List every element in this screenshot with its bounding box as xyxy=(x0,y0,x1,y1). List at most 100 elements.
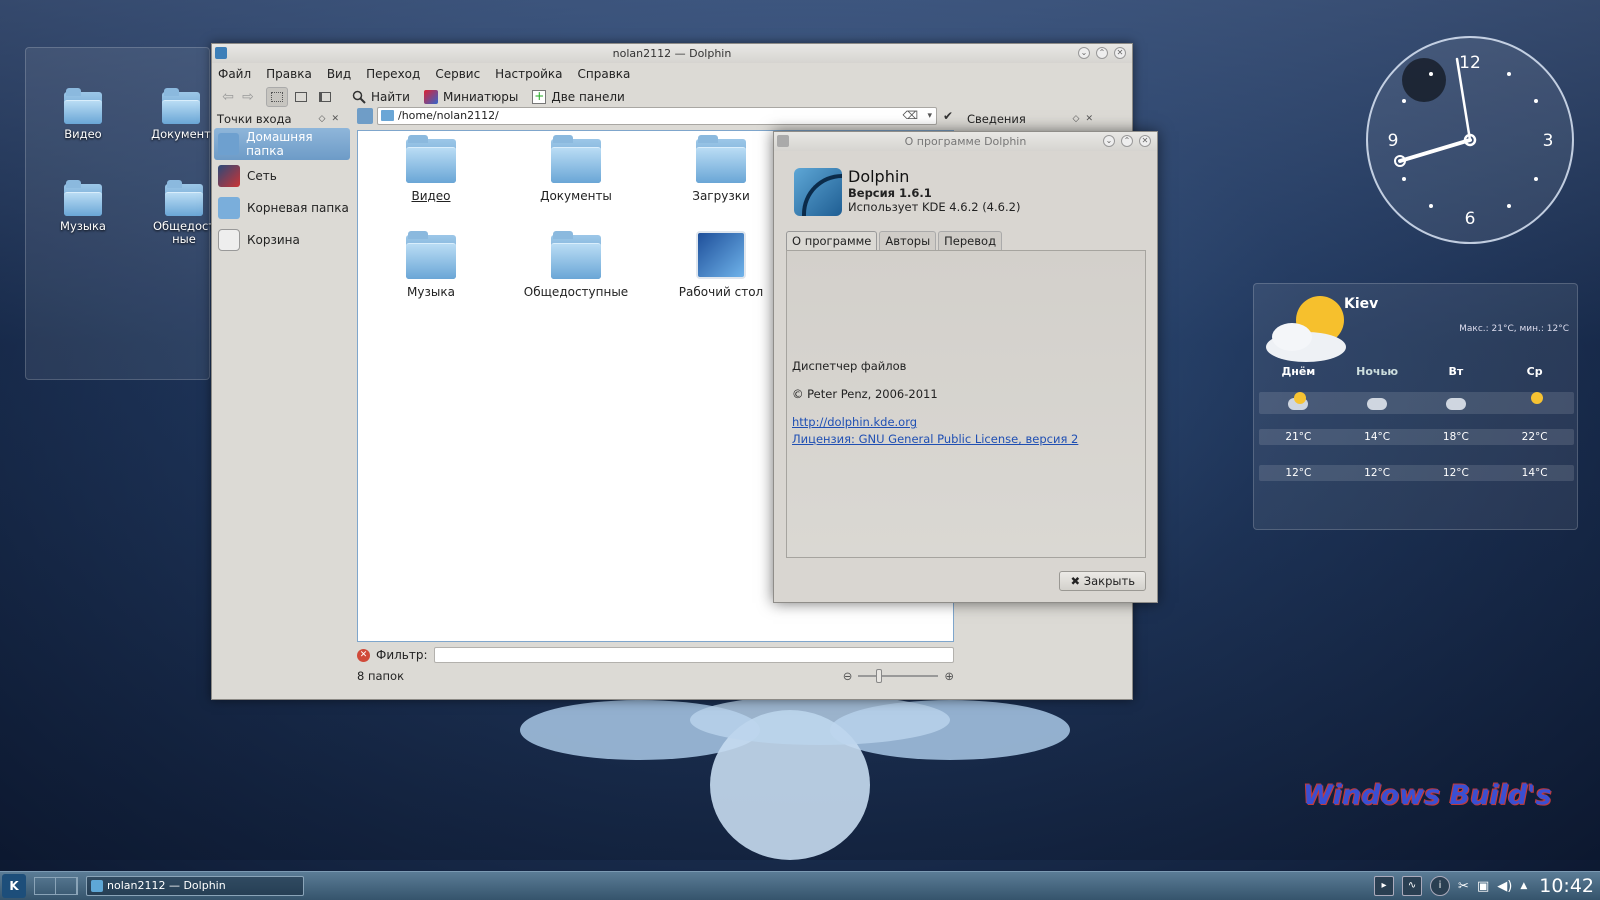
analog-clock-widget[interactable]: 12 3 6 9 xyxy=(1364,34,1576,246)
desktop-icon-label: Видео xyxy=(64,127,102,141)
homepage-link[interactable]: http://dolphin.kde.org xyxy=(792,415,917,429)
menu-tools[interactable]: Сервис xyxy=(435,67,480,81)
split-button[interactable]: + Две панели xyxy=(532,90,625,104)
weather-high-temp: 14°C xyxy=(1364,431,1391,443)
desktop-icon-label: Музыка xyxy=(60,219,106,233)
filter-input[interactable] xyxy=(433,647,954,663)
place-item-trash[interactable]: Корзина xyxy=(214,224,350,256)
tray-expand-icon[interactable]: ▲ xyxy=(1520,881,1527,891)
maximize-button[interactable]: ⌃ xyxy=(1096,47,1108,59)
wallpaper-flower xyxy=(520,695,1070,860)
desktop-icon-music[interactable]: Музыка xyxy=(43,180,123,233)
about-tabs: О программе Авторы Перевод xyxy=(786,231,1003,250)
split-label: Две панели xyxy=(551,90,625,104)
dolphin-app-icon[interactable] xyxy=(215,47,227,59)
menu-edit[interactable]: Правка xyxy=(266,67,312,81)
places-panel-header: Точки входа ◇✕ xyxy=(214,110,350,128)
weather-day-label: Ночью xyxy=(1356,365,1399,378)
menu-go[interactable]: Переход xyxy=(366,67,420,81)
menu-view[interactable]: Вид xyxy=(327,67,351,81)
desktop-pager[interactable] xyxy=(34,877,78,895)
clock-moon-icon xyxy=(1402,58,1446,102)
weather-high-temp: 21°C xyxy=(1285,431,1312,443)
app-version: Версия 1.6.1 xyxy=(848,186,932,200)
kde-menu-icon[interactable]: K xyxy=(2,874,26,898)
clear-location-icon[interactable]: ⌫ xyxy=(902,108,918,124)
menu-help[interactable]: Справка xyxy=(578,67,631,81)
dolphin-logo-icon xyxy=(794,168,842,216)
forward-arrow-icon[interactable]: ⇨ xyxy=(238,89,258,105)
confirm-icon[interactable]: ✔ xyxy=(943,109,957,123)
zoom-out-icon[interactable]: ⊖ xyxy=(843,669,853,683)
close-button[interactable]: ✕ xyxy=(1114,47,1126,59)
sun-cloud-icon xyxy=(1288,391,1309,410)
columns-view-button[interactable] xyxy=(314,87,336,107)
zoom-in-icon[interactable]: ⊕ xyxy=(944,669,954,683)
desktop-icon-video[interactable]: Видео xyxy=(43,88,123,141)
desktop-icon-documents[interactable]: Документ xyxy=(141,88,221,141)
columns-view-icon xyxy=(319,92,331,102)
device-icon[interactable]: ▣ xyxy=(1477,879,1489,894)
clock-numeral-6: 6 xyxy=(1465,209,1476,229)
system-monitor-icon[interactable]: ∿ xyxy=(1402,876,1423,896)
find-label: Найти xyxy=(371,90,410,104)
icons-view-button[interactable] xyxy=(266,87,288,107)
chevron-down-icon[interactable]: ▾ xyxy=(927,108,932,124)
zoom-slider[interactable] xyxy=(858,669,939,683)
file-item-documents[interactable]: Документы xyxy=(511,135,641,203)
volume-icon[interactable]: ◀) xyxy=(1497,879,1512,894)
weather-maxmin: Макс.: 21°C, мин.: 12°C xyxy=(1459,324,1569,334)
weather-days-row: Днём Ночью Вт Ср xyxy=(1259,365,1574,378)
filter-bar: ✕ Фильтр: xyxy=(357,646,954,664)
split-view-icon: + xyxy=(532,89,547,104)
zoom-slider-handle[interactable] xyxy=(876,669,883,683)
file-item-public[interactable]: Общедоступные xyxy=(511,231,641,299)
find-button[interactable]: Найти xyxy=(352,90,410,104)
file-name: Рабочий стол xyxy=(678,285,764,299)
dialog-minimize-button[interactable]: ⌄ xyxy=(1103,135,1115,147)
back-arrow-icon[interactable]: ⇦ xyxy=(218,89,238,105)
toolbar: ⇦ ⇨ Найти Миниатюры + Две панели xyxy=(212,85,1132,109)
scissors-icon[interactable]: ✂ xyxy=(1458,879,1469,894)
thumbnails-button[interactable]: Миниатюры xyxy=(423,90,518,104)
menu-settings[interactable]: Настройка xyxy=(495,67,562,81)
close-filter-icon[interactable]: ✕ xyxy=(357,648,370,662)
panel-controls[interactable]: ◇✕ xyxy=(1073,110,1099,128)
dialog-maximize-button[interactable]: ⌃ xyxy=(1121,135,1133,147)
location-input[interactable]: /home/nolan2112/ ⌫ ▾ xyxy=(377,107,937,125)
status-text: 8 папок xyxy=(357,669,405,683)
place-item-root[interactable]: Корневая папка xyxy=(214,192,350,224)
weather-widget[interactable]: Kiev Макс.: 21°C, мин.: 12°C Днём Ночью … xyxy=(1253,283,1578,530)
tab-about[interactable]: О программе xyxy=(786,231,878,250)
weather-high-row: 21°C 14°C 18°C 22°C xyxy=(1259,429,1574,445)
close-dialog-button[interactable]: ✖ Закрыть xyxy=(1059,571,1146,591)
taskbar-task-dolphin[interactable]: nolan2112 — Dolphin xyxy=(86,876,304,896)
file-name: Документы xyxy=(540,189,612,203)
about-dialog: О программе Dolphin ⌄ ⌃ ✕ Dolphin Версия… xyxy=(773,131,1158,603)
file-item-video[interactable]: Видео xyxy=(366,135,496,203)
panel-controls[interactable]: ◇✕ xyxy=(319,110,345,128)
clock-numeral-3: 3 xyxy=(1543,131,1554,151)
home-icon[interactable] xyxy=(357,108,373,124)
minimize-button[interactable]: ⌄ xyxy=(1078,47,1090,59)
weather-low-temp: 12°C xyxy=(1285,467,1312,479)
tab-translation[interactable]: Перевод xyxy=(938,231,1003,250)
tab-authors[interactable]: Авторы xyxy=(879,231,937,250)
details-view-button[interactable] xyxy=(290,87,312,107)
info-icon[interactable]: i xyxy=(1430,876,1451,896)
menu-file[interactable]: Файл xyxy=(218,67,251,81)
dialog-close-button[interactable]: ✕ xyxy=(1139,135,1151,147)
desktop-folder-icon xyxy=(696,231,746,279)
taskbar-clock[interactable]: 10:42 xyxy=(1539,875,1594,897)
network-icon xyxy=(218,165,240,187)
file-item-downloads[interactable]: Загрузки xyxy=(656,135,786,203)
file-item-desktop[interactable]: Рабочий стол xyxy=(656,231,786,299)
window-titlebar[interactable]: nolan2112 — Dolphin ⌄ ⌃ ✕ xyxy=(212,44,1132,63)
place-item-home[interactable]: Домашняя папка xyxy=(214,128,350,160)
dialog-titlebar[interactable]: О программе Dolphin ⌄ ⌃ ✕ xyxy=(774,132,1157,151)
file-item-music[interactable]: Музыка xyxy=(366,231,496,299)
search-icon xyxy=(352,90,366,104)
terminal-icon[interactable]: ▸ xyxy=(1374,876,1395,896)
license-link[interactable]: Лицензия: GNU General Public License, ве… xyxy=(792,432,1078,446)
place-item-network[interactable]: Сеть xyxy=(214,160,350,192)
